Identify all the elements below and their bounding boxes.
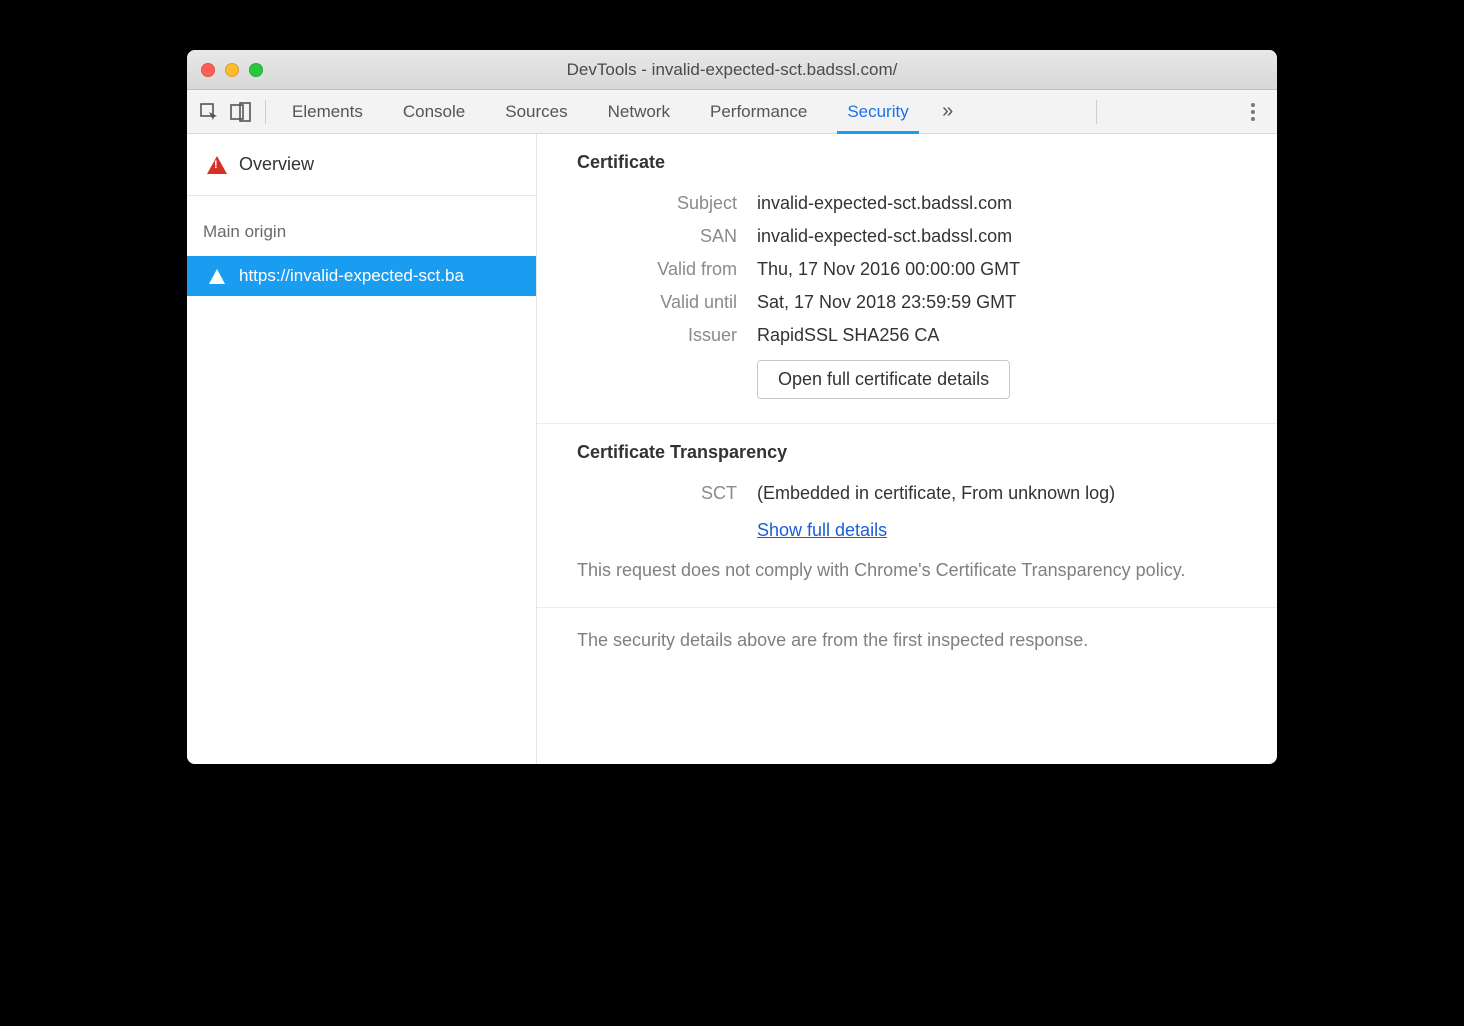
- tab-label: Console: [403, 102, 465, 122]
- close-icon[interactable]: [201, 63, 215, 77]
- warning-icon: [207, 156, 227, 174]
- open-certificate-details-button[interactable]: Open full certificate details: [757, 360, 1010, 399]
- sidebar: Overview Main origin https://invalid-exp…: [187, 134, 537, 764]
- tab-network[interactable]: Network: [592, 90, 686, 133]
- tab-sources[interactable]: Sources: [489, 90, 583, 133]
- overflow-tabs-icon[interactable]: »: [933, 90, 963, 133]
- more-menu-icon[interactable]: [1237, 96, 1269, 128]
- devtools-window: DevTools - invalid-expected-sct.badssl.c…: [187, 50, 1277, 764]
- maximize-icon[interactable]: [249, 63, 263, 77]
- origin-url: https://invalid-expected-sct.ba: [239, 266, 464, 286]
- minimize-icon[interactable]: [225, 63, 239, 77]
- certificate-heading: Certificate: [577, 152, 1237, 173]
- field-value: RapidSSL SHA256 CA: [757, 325, 939, 346]
- titlebar: DevTools - invalid-expected-sct.badssl.c…: [187, 50, 1277, 90]
- tab-label: Network: [608, 102, 670, 122]
- field-label: Valid from: [577, 259, 737, 280]
- main-content: Certificate Subject invalid-expected-sct…: [537, 134, 1277, 764]
- toolbar-separator: [1096, 100, 1097, 124]
- footer-note: The security details above are from the …: [537, 608, 1277, 673]
- tab-performance[interactable]: Performance: [694, 90, 823, 133]
- field-label: SAN: [577, 226, 737, 247]
- tab-label: Security: [847, 102, 908, 122]
- traffic-lights: [201, 63, 263, 77]
- cert-row-issuer: Issuer RapidSSL SHA256 CA: [577, 319, 1237, 352]
- tab-label: Sources: [505, 102, 567, 122]
- ct-panel: Certificate Transparency SCT (Embedded i…: [537, 424, 1277, 608]
- ct-policy-note: This request does not comply with Chrome…: [577, 557, 1237, 583]
- field-label: SCT: [577, 483, 737, 504]
- ct-show-details-row: Show full details: [577, 510, 1237, 549]
- field-value: invalid-expected-sct.badssl.com: [757, 226, 1012, 247]
- overview-label: Overview: [239, 154, 314, 175]
- inspect-element-icon[interactable]: [195, 98, 223, 126]
- field-value: Thu, 17 Nov 2016 00:00:00 GMT: [757, 259, 1020, 280]
- toolbar: Elements Console Sources Network Perform…: [187, 90, 1277, 134]
- cert-row-subject: Subject invalid-expected-sct.badssl.com: [577, 187, 1237, 220]
- device-toolbar-icon[interactable]: [227, 98, 255, 126]
- tab-elements[interactable]: Elements: [276, 90, 379, 133]
- field-label: Valid until: [577, 292, 737, 313]
- field-label: Issuer: [577, 325, 737, 346]
- tab-security[interactable]: Security: [831, 90, 924, 133]
- sidebar-section-main-origin: Main origin: [187, 196, 536, 256]
- sidebar-item-origin[interactable]: https://invalid-expected-sct.ba: [187, 256, 536, 296]
- field-value: Sat, 17 Nov 2018 23:59:59 GMT: [757, 292, 1016, 313]
- tab-console[interactable]: Console: [387, 90, 481, 133]
- show-full-details-link[interactable]: Show full details: [757, 520, 887, 540]
- tabs: Elements Console Sources Network Perform…: [276, 90, 963, 133]
- ct-row-sct: SCT (Embedded in certificate, From unkno…: [577, 477, 1237, 510]
- field-label: Subject: [577, 193, 737, 214]
- sidebar-item-overview[interactable]: Overview: [187, 134, 536, 196]
- field-value: invalid-expected-sct.badssl.com: [757, 193, 1012, 214]
- warning-icon: [209, 269, 225, 284]
- toolbar-separator: [265, 100, 266, 124]
- field-value: (Embedded in certificate, From unknown l…: [757, 483, 1115, 504]
- panel-body: Overview Main origin https://invalid-exp…: [187, 134, 1277, 764]
- tab-label: Elements: [292, 102, 363, 122]
- cert-row-san: SAN invalid-expected-sct.badssl.com: [577, 220, 1237, 253]
- certificate-panel: Certificate Subject invalid-expected-sct…: [537, 134, 1277, 424]
- cert-row-valid-until: Valid until Sat, 17 Nov 2018 23:59:59 GM…: [577, 286, 1237, 319]
- tab-label: Performance: [710, 102, 807, 122]
- cert-row-valid-from: Valid from Thu, 17 Nov 2016 00:00:00 GMT: [577, 253, 1237, 286]
- window-title: DevTools - invalid-expected-sct.badssl.c…: [187, 60, 1277, 80]
- ct-heading: Certificate Transparency: [577, 442, 1237, 463]
